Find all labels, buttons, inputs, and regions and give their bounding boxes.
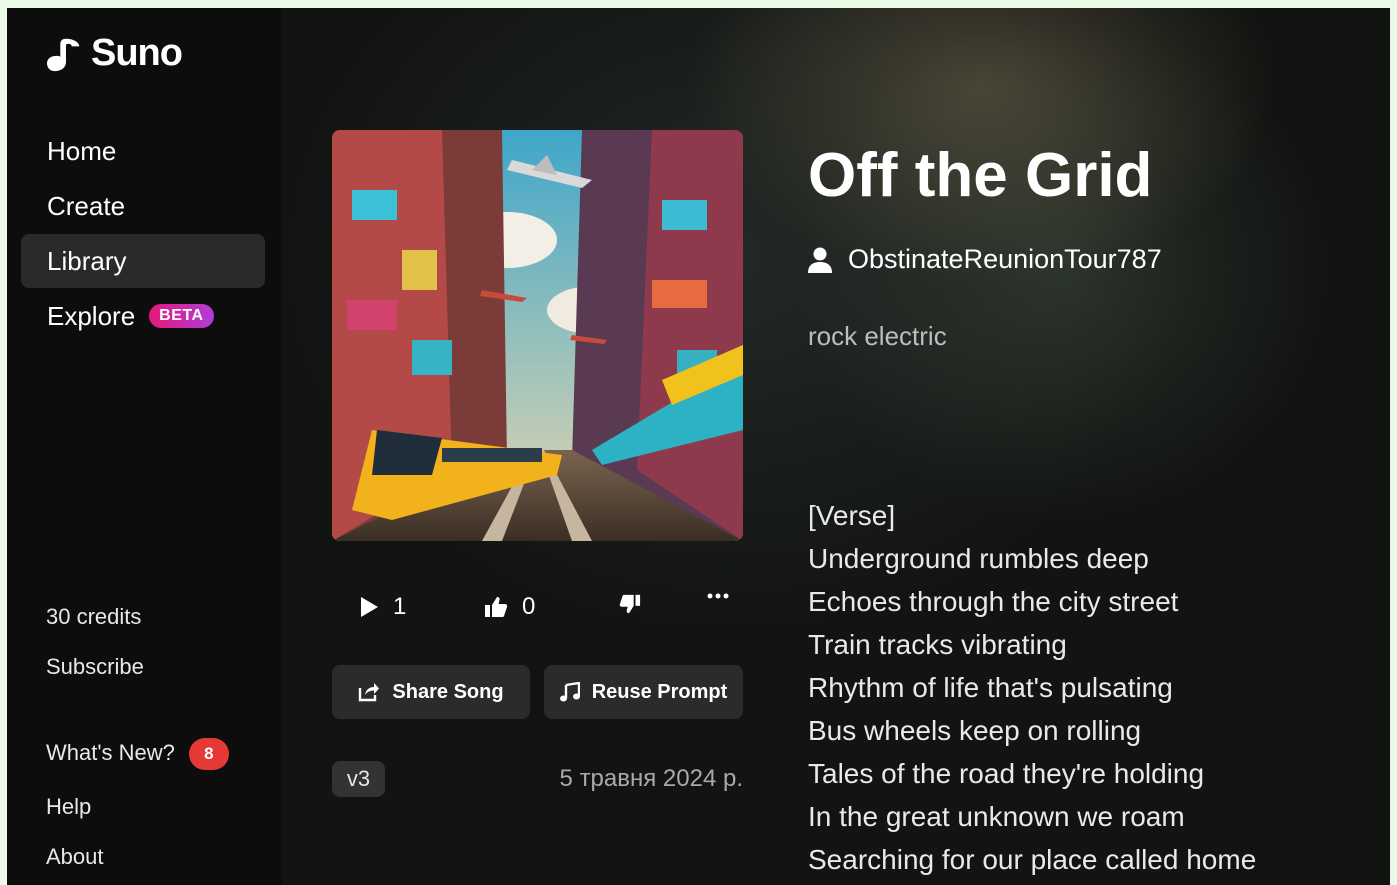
nav-home-label: Home <box>47 135 117 166</box>
play-count-value: 1 <box>393 593 407 620</box>
suno-logo[interactable]: Suno <box>47 32 183 75</box>
lyric-line: Rhythm of life that's pulsating <box>808 672 1173 703</box>
credits-count: 30 credits <box>46 604 142 629</box>
more-icon <box>707 593 729 599</box>
nav-library-label: Library <box>47 245 127 276</box>
subscribe-link[interactable]: Subscribe <box>46 654 144 680</box>
share-icon <box>359 683 380 702</box>
play-count[interactable]: 1 <box>359 593 406 621</box>
user-icon <box>808 247 832 273</box>
more-options-button[interactable] <box>707 593 729 599</box>
nav-explore[interactable]: Explore BETA <box>21 289 265 343</box>
lyric-line: Bus wheels keep on rolling <box>808 715 1142 746</box>
whats-new-label: What's New? <box>46 739 175 765</box>
lyric-line: Tales of the road they're holding <box>808 758 1205 789</box>
song-cover-art <box>332 130 743 541</box>
nav-home[interactable]: Home <box>21 124 265 178</box>
nav-create[interactable]: Create <box>21 179 265 233</box>
like-button[interactable]: 0 <box>484 593 535 621</box>
artist-link[interactable]: ObstinateReunionTour787 <box>808 244 1162 275</box>
app-name: Suno <box>91 32 183 74</box>
app-window: Suno Home Create Library Explore BETA 30… <box>7 8 1390 885</box>
song-detail: 1 0 Share Song Reuse Prompt v3 5 травня … <box>282 8 1390 885</box>
artist-name: ObstinateReunionTour787 <box>848 244 1162 274</box>
reuse-prompt-button[interactable]: Reuse Prompt <box>544 665 743 719</box>
dislike-button[interactable] <box>619 593 641 615</box>
nav-explore-label: Explore <box>47 300 136 331</box>
thumbs-up-icon <box>485 597 508 617</box>
suno-logo-icon <box>47 38 80 71</box>
like-count: 0 <box>522 593 536 620</box>
lyric-line: Train tracks vibrating <box>808 629 1067 660</box>
song-style-tags: rock electric <box>808 321 947 351</box>
music-note-icon <box>559 682 580 702</box>
lyric-line: In the great unknown we roam <box>808 801 1185 832</box>
created-date: 5 травня 2024 р. <box>559 765 743 792</box>
lyric-line: [Verse] <box>808 500 896 531</box>
thumbs-down-icon <box>619 594 641 614</box>
song-title: Off the Grid <box>808 141 1153 210</box>
reuse-prompt-label: Reuse Prompt <box>591 680 728 703</box>
sidebar: Suno Home Create Library Explore BETA 30… <box>7 8 282 885</box>
lyric-line: Searching for our place called home <box>808 844 1257 875</box>
lyric-line: Echoes through the city street <box>808 586 1179 617</box>
share-song-button[interactable]: Share Song <box>332 665 530 719</box>
whats-new-link[interactable]: What's New? 8 <box>46 738 229 770</box>
song-lyrics: [Verse] Underground rumbles deep Echoes … <box>808 494 1256 881</box>
nav-create-label: Create <box>47 190 126 221</box>
share-song-label: Share Song <box>392 680 504 703</box>
cover-illustration <box>332 130 743 541</box>
lyric-line: Underground rumbles deep <box>808 543 1149 574</box>
beta-badge: BETA <box>149 304 214 328</box>
about-link[interactable]: About <box>46 844 104 870</box>
help-link[interactable]: Help <box>46 794 91 820</box>
play-icon <box>361 597 378 617</box>
notification-badge: 8 <box>188 738 229 770</box>
model-version-badge: v3 <box>332 761 385 797</box>
nav-library[interactable]: Library <box>21 234 265 288</box>
